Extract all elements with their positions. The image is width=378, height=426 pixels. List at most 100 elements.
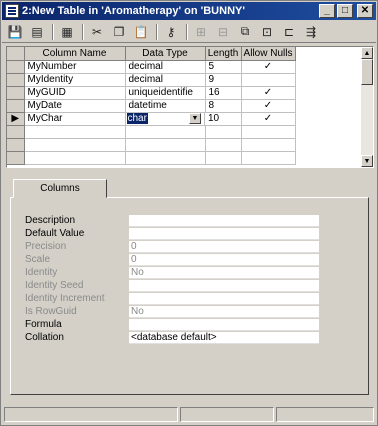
properties-icon[interactable]: ▤ [28,23,46,41]
row-selector[interactable] [7,125,25,139]
table-row-current[interactable]: ▶ MyChar char ▼ 10 ✓ [7,112,363,126]
table-designer-window: 2:New Table in 'Aromatherapy' on 'BUNNY'… [0,0,378,426]
cell-data-type[interactable]: datetime [125,99,206,113]
column-grid[interactable]: Column Name Data Type Length Allow Nulls… [6,46,374,168]
cell-empty[interactable] [125,151,206,165]
generate-script-icon[interactable]: ▦ [58,23,76,41]
row-selector[interactable] [7,99,25,113]
scroll-down-icon[interactable]: ▼ [361,155,373,167]
cell-length[interactable]: 16 [205,86,242,100]
cell-data-type[interactable]: decimal [125,73,206,87]
cell-length[interactable]: 5 [205,60,242,74]
set-primary-key-icon[interactable]: ⚷ [162,23,180,41]
close-button[interactable]: ✕ [357,4,373,18]
toolbar-separator [52,23,54,40]
cell-empty[interactable] [205,125,242,139]
row-selector[interactable] [7,60,25,74]
insert-column-icon[interactable]: ⊞ [192,23,210,41]
cell-length[interactable]: 9 [205,73,242,87]
cell-allow-nulls-checkbox[interactable] [241,73,296,87]
table-row[interactable]: MyDate datetime 8 ✓ [7,99,363,113]
table-row[interactable]: MyGUID uniqueidentifie 16 ✓ [7,86,363,100]
column-header-length[interactable]: Length [205,47,242,61]
column-header-nulls[interactable]: Allow Nulls [241,47,296,61]
toolbar-separator [156,23,158,40]
cell-column-name[interactable]: MyIdentity [24,73,126,87]
cell-allow-nulls-checkbox[interactable]: ✓ [241,112,296,126]
status-pane [276,407,374,422]
save-icon[interactable]: 💾 [6,23,24,41]
table-row-empty[interactable] [7,138,363,152]
cell-data-type[interactable]: decimal [125,60,206,74]
cell-column-name[interactable]: MyNumber [24,60,126,74]
grid-blank-area [295,112,363,126]
row-selector[interactable] [7,138,25,152]
data-type-combo[interactable]: char ▼ [125,112,205,126]
column-header-name[interactable]: Column Name [24,47,126,61]
property-row-precision: Precision 0 [25,240,319,253]
delete-column-icon[interactable]: ⊟ [214,23,232,41]
row-selector[interactable] [7,151,25,165]
cell-allow-nulls-checkbox[interactable]: ✓ [241,60,296,74]
property-row-collation: Collation <database default> [25,331,319,344]
cell-allow-nulls-checkbox[interactable]: ✓ [241,99,296,113]
cell-empty[interactable] [241,138,296,152]
manage-relationships-icon[interactable]: ⧉ [236,23,254,41]
grid-vertical-scrollbar[interactable]: ▲ ▼ [361,47,373,167]
cell-length[interactable]: 10 [205,112,242,126]
cell-empty[interactable] [125,138,206,152]
tab-columns[interactable]: Columns [13,179,107,198]
property-row-scale: Scale 0 [25,253,319,266]
property-row-identity: Identity No [25,266,319,279]
cell-allow-nulls-checkbox[interactable]: ✓ [241,86,296,100]
table-row[interactable]: MyNumber decimal 5 ✓ [7,60,363,74]
manage-constraints-icon[interactable]: ⊏ [280,23,298,41]
current-row-pointer-icon[interactable]: ▶ [7,112,25,126]
toolbar-separator [186,23,188,40]
scroll-thumb[interactable] [361,59,373,85]
property-row-identity-increment: Identity Increment [25,292,319,305]
chevron-down-icon[interactable]: ▼ [189,113,201,124]
property-label: Collation [25,332,64,343]
cell-empty[interactable] [125,125,206,139]
scroll-up-icon[interactable]: ▲ [361,47,373,59]
cell-empty[interactable] [24,125,126,139]
column-header-type[interactable]: Data Type [125,47,206,61]
collation-field[interactable]: <database default> [129,331,319,344]
cell-data-type[interactable]: uniqueidentifie [125,86,206,100]
property-label: Scale [25,254,51,265]
default-value-field[interactable] [129,227,319,240]
copy-icon[interactable]: ❐ [110,23,128,41]
toolbar: 💾 ▤ ▦ ✂ ❐ 📋 ⚷ ⊞ ⊟ ⧉ ⊡ ⊏ ⇶ [2,21,376,43]
table-row[interactable]: MyIdentity decimal 9 [7,73,363,87]
description-field[interactable] [129,214,319,227]
identity-seed-field [129,279,319,292]
cell-empty[interactable] [205,138,242,152]
property-row-identity-seed: Identity Seed [25,279,319,292]
cell-empty[interactable] [241,151,296,165]
title-bar[interactable]: 2:New Table in 'Aromatherapy' on 'BUNNY'… [2,2,376,20]
cut-icon[interactable]: ✂ [88,23,106,41]
cell-column-name[interactable]: MyGUID [24,86,126,100]
table-row-empty[interactable] [7,151,363,165]
row-selector[interactable] [7,73,25,87]
minimize-button[interactable]: _ [319,4,335,18]
data-type-combo-value[interactable]: char [126,113,148,124]
maximize-button[interactable]: □ [337,4,353,18]
cell-empty[interactable] [205,151,242,165]
row-selector-header [7,47,25,61]
cell-column-name[interactable]: MyDate [24,99,126,113]
cell-empty[interactable] [24,151,126,165]
formula-field[interactable] [129,318,319,331]
cell-empty[interactable] [24,138,126,152]
cell-column-name[interactable]: MyChar [24,112,126,126]
cell-empty[interactable] [241,125,296,139]
toolbar-separator [82,23,84,40]
paste-icon[interactable]: 📋 [132,23,150,41]
manage-indexes-icon[interactable]: ⊡ [258,23,276,41]
row-selector[interactable] [7,86,25,100]
manage-triggers-icon[interactable]: ⇶ [302,23,320,41]
cell-length[interactable]: 8 [205,99,242,113]
property-row-default-value: Default Value [25,227,319,240]
table-row-empty[interactable] [7,125,363,139]
